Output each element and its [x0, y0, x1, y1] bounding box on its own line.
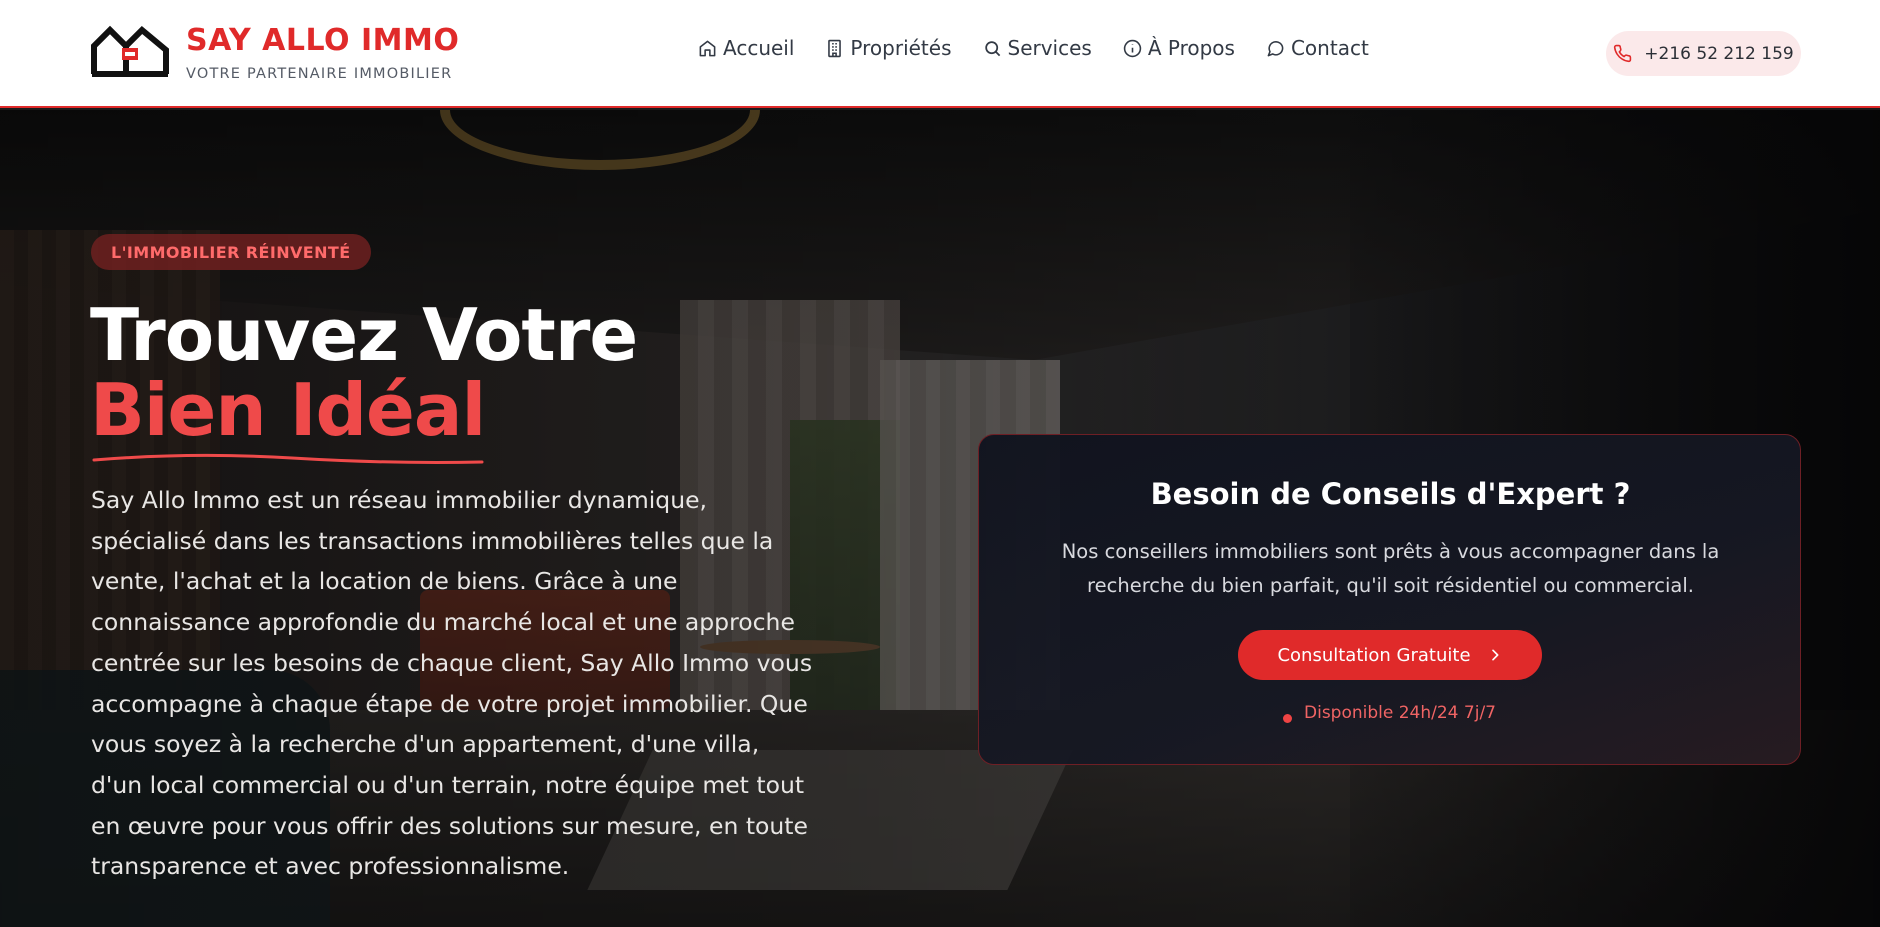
phone-icon — [1614, 44, 1632, 63]
nav-item-a-propos[interactable]: À Propos — [1123, 36, 1235, 60]
brand-title: SAY ALLO IMMO — [186, 23, 460, 58]
card-title: Besoin de Conseils d'Expert ? — [1150, 477, 1631, 511]
card-text: Nos conseillers immobiliers sont prêts à… — [1061, 540, 1720, 597]
nav-item-services[interactable]: Services — [983, 36, 1092, 60]
search-icon — [984, 40, 1000, 56]
hero-headline-line2: Bien Idéal — [90, 368, 486, 452]
chat-bubble-icon — [1267, 40, 1284, 56]
nav-item-contact[interactable]: Contact — [1266, 36, 1369, 60]
building-icon — [828, 39, 842, 57]
info-icon — [1123, 39, 1142, 57]
brand-tagline: VOTRE PARTENAIRE IMMOBILIER — [186, 66, 453, 82]
hero-headline-line1: Trouvez Votre — [90, 293, 638, 377]
phone-number: +216 52 212 159 — [1644, 43, 1794, 64]
hero-description: Say Allo Immo est un réseau immobilier d… — [91, 486, 813, 881]
hero-badge: L'IMMOBILIER RÉINVENTÉ — [91, 234, 371, 270]
status-dot — [1283, 713, 1292, 723]
nav-label: Services — [1007, 36, 1092, 60]
nav-label: Accueil — [723, 36, 795, 60]
availability-text: Disponible 24h/24 7j/7 — [1304, 703, 1496, 723]
nav-label: Propriétés — [850, 36, 952, 60]
nav-label: Contact — [1290, 36, 1369, 60]
home-icon — [699, 40, 716, 56]
cta-label: Consultation Gratuite — [1277, 644, 1471, 666]
availability-status: Disponible 24h/24 7j/7 — [1283, 703, 1496, 723]
free-consultation-button[interactable]: Consultation Gratuite — [1238, 630, 1542, 680]
site-header: SAY ALLO IMMO VOTRE PARTENAIRE IMMOBILIE… — [0, 0, 1880, 108]
expert-advice-card: Besoin de Conseils d'Expert ? Nos consei… — [978, 434, 1801, 765]
phone-button[interactable]: +216 52 212 159 — [1606, 31, 1801, 76]
nav-item-proprietes[interactable]: Propriétés — [825, 36, 952, 60]
brand-text: SAY ALLO IMMO VOTRE PARTENAIRE IMMOBILIE… — [186, 23, 460, 83]
headline-underline — [92, 453, 484, 464]
main-nav: Accueil Propriétés Services À Propos Con… — [698, 36, 1400, 60]
nav-label: À Propos — [1147, 36, 1235, 60]
nav-item-accueil[interactable]: Accueil — [698, 36, 794, 60]
chevron-right-icon — [1491, 649, 1499, 661]
house-logo-icon — [91, 25, 169, 77]
brand-logo[interactable]: SAY ALLO IMMO VOTRE PARTENAIRE IMMOBILIE… — [90, 24, 459, 82]
